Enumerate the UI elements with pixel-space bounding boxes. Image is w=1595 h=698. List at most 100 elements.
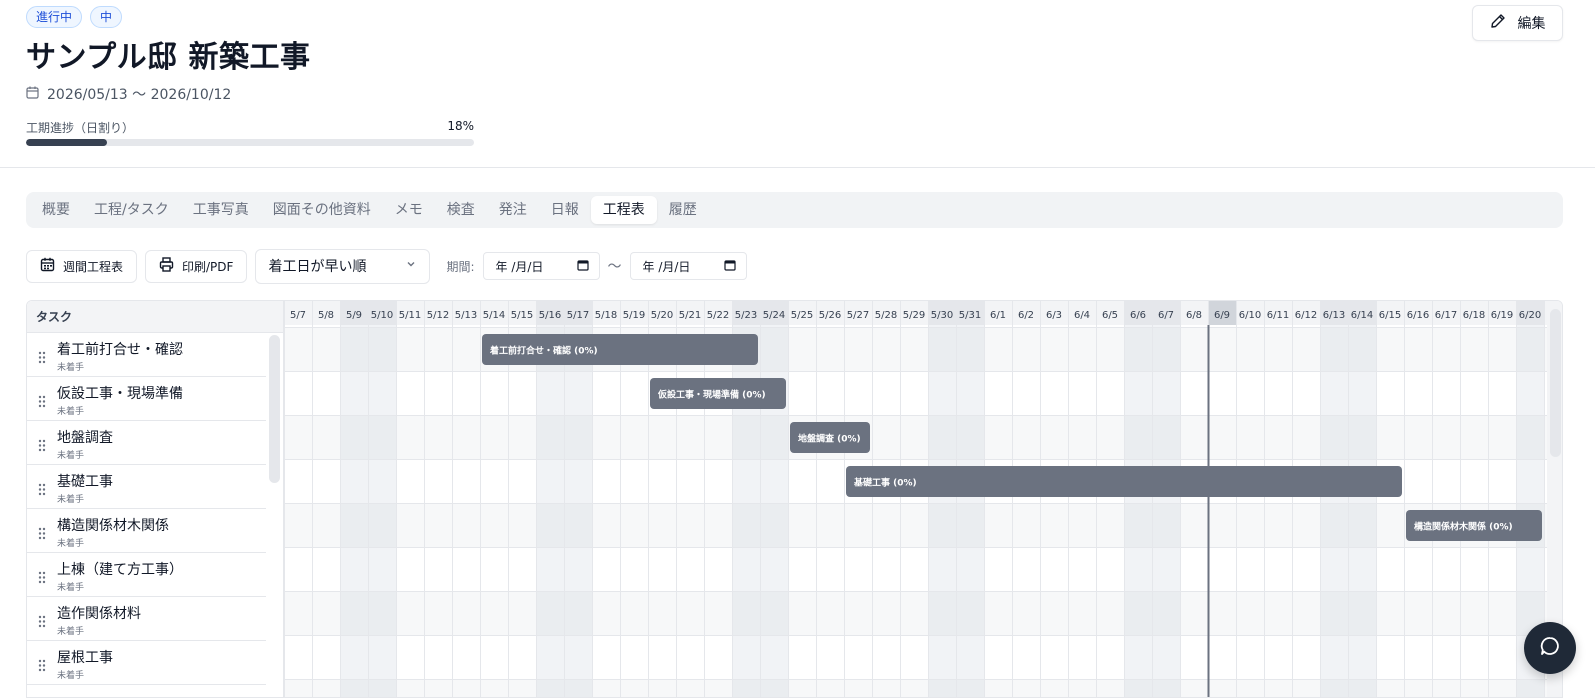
- task-name: 地盤調査: [57, 430, 113, 446]
- drag-handle-icon[interactable]: [38, 393, 46, 412]
- drag-handle-icon[interactable]: [38, 657, 46, 676]
- day-label: 5/25: [791, 310, 813, 321]
- day-label: 5/19: [623, 310, 645, 321]
- tab-tasks[interactable]: 工程/タスク: [82, 196, 181, 224]
- task-row[interactable]: 造作関係材料 未着手: [27, 597, 266, 641]
- task-row[interactable]: 基礎工事 未着手: [27, 465, 266, 509]
- day-label: 5/11: [399, 310, 421, 321]
- task-name: 上棟（建て方工事）: [57, 562, 183, 578]
- weekend-column: [956, 325, 984, 697]
- drag-handle-icon[interactable]: [38, 525, 46, 544]
- tab-overview[interactable]: 概要: [30, 196, 82, 224]
- day-label: 5/21: [679, 310, 701, 321]
- task-row[interactable]: 上棟（建て方工事） 未着手: [27, 553, 266, 597]
- drag-handle-icon[interactable]: [38, 349, 46, 368]
- timeline-area: 5/7 5/8 5/9 5/10 5/11 5/12 5/13 5/14 5/15 5/16 5/1…: [284, 301, 1547, 697]
- task-row[interactable]: 構造関係材木関係 未着手: [27, 509, 266, 553]
- chevron-down-icon: [405, 258, 417, 274]
- calendar-icon: [26, 86, 39, 103]
- day-label: 6/17: [1435, 310, 1457, 321]
- task-row[interactable]: 屋根工事 未着手: [27, 641, 266, 685]
- calendar-icon[interactable]: [723, 259, 736, 274]
- day-label: 5/30: [931, 310, 953, 321]
- drag-handle-icon[interactable]: [38, 481, 46, 500]
- day-label: 5/15: [511, 310, 533, 321]
- printer-icon: [159, 257, 174, 275]
- task-list-scrollbar[interactable]: [269, 335, 280, 483]
- task-status: 未着手: [57, 627, 85, 637]
- day-label: 6/1: [990, 310, 1006, 321]
- day-label: 6/7: [1158, 310, 1174, 321]
- tab-memo[interactable]: メモ: [383, 196, 435, 224]
- edit-button[interactable]: 編集: [1472, 5, 1563, 41]
- day-label: 6/8: [1186, 310, 1202, 321]
- task-row[interactable]: 地盤調査 未着手: [27, 421, 266, 465]
- print-pdf-button[interactable]: 印刷/PDF: [145, 249, 248, 283]
- task-row[interactable]: 着工前打合せ・確認 未着手: [27, 333, 266, 377]
- priority-badge: 中: [90, 6, 123, 28]
- day-label: 6/2: [1018, 310, 1034, 321]
- period-start-input[interactable]: 年 /月/日: [482, 252, 600, 280]
- task-bar[interactable]: [846, 466, 1402, 497]
- day-label: 6/20: [1519, 310, 1541, 321]
- drag-handle-icon[interactable]: [38, 437, 46, 456]
- task-name: 仮設工事・現場準備: [57, 386, 183, 402]
- period-end-input[interactable]: 年 /月/日: [629, 252, 747, 280]
- tab-inspection[interactable]: 検査: [435, 196, 487, 224]
- task-status: 未着手: [57, 363, 85, 373]
- day-label: 5/16: [539, 310, 561, 321]
- tab-history[interactable]: 履歴: [657, 196, 709, 224]
- timeline-svg: 5/7 5/8 5/9 5/10 5/11 5/12 5/13 5/14 5/15 5/16 5/1…: [284, 301, 1547, 697]
- weekend-column: [1348, 325, 1376, 697]
- tab-orders[interactable]: 発注: [487, 196, 539, 224]
- weekend-column: [564, 325, 592, 697]
- day-label: 5/26: [819, 310, 841, 321]
- status-badges: 進行中 中: [26, 6, 123, 28]
- calendar-icon[interactable]: [576, 259, 589, 274]
- day-label: 5/28: [875, 310, 897, 321]
- timeline-scrollbar[interactable]: [1550, 309, 1561, 457]
- task-status: 未着手: [57, 495, 85, 505]
- weekend-column: [368, 325, 396, 697]
- tab-daily-report[interactable]: 日報: [539, 196, 591, 224]
- weekend-column: [928, 325, 956, 697]
- gantt-chart: タスク 着工前打合せ・確認 未着手 仮設工事・現場準備 未着手 地盤調査 未着手 基礎工事未…: [26, 300, 1563, 698]
- weekend-column: [340, 325, 368, 697]
- period-start-placeholder: 年 /月/日: [495, 259, 544, 274]
- tab-bar: 概要 工程/タスク 工事写真 図面その他資料 メモ 検査 発注 日報 工程表 履…: [26, 192, 1563, 228]
- task-status: 未着手: [57, 583, 85, 593]
- drag-handle-icon[interactable]: [38, 613, 46, 632]
- chat-button[interactable]: [1524, 622, 1576, 674]
- weekly-schedule-button[interactable]: 週間工程表: [26, 249, 138, 283]
- drag-handle-icon[interactable]: [38, 569, 46, 588]
- day-label: 6/6: [1130, 310, 1146, 321]
- calendar-icon: [40, 257, 55, 275]
- progress-bar: [26, 139, 474, 146]
- day-label: 5/9: [346, 310, 362, 321]
- chat-icon: [1539, 635, 1561, 661]
- sort-select[interactable]: 着工日が早い順: [255, 248, 431, 284]
- weekend-column: [536, 325, 564, 697]
- task-status: 未着手: [57, 407, 85, 417]
- day-label: 5/23: [735, 310, 757, 321]
- status-badge: 進行中: [26, 6, 83, 28]
- period-separator: 〜: [607, 259, 622, 275]
- tab-schedule[interactable]: 工程表: [590, 196, 657, 224]
- day-label: 6/15: [1379, 310, 1401, 321]
- day-label: 5/14: [483, 310, 505, 321]
- day-label: 6/13: [1323, 310, 1345, 321]
- header-divider: [0, 167, 1595, 168]
- tab-documents[interactable]: 図面その他資料: [261, 196, 383, 224]
- task-bar-label: 地盤調査 (0%): [798, 433, 861, 445]
- day-label: 6/16: [1407, 310, 1429, 321]
- task-name: 造作関係材料: [57, 606, 141, 622]
- weekend-column: [1152, 325, 1180, 697]
- pencil-icon: [1490, 13, 1506, 33]
- day-label: 5/7: [290, 310, 306, 321]
- progress-label: 工期進捗（日割り）: [26, 121, 135, 135]
- tab-photos[interactable]: 工事写真: [181, 196, 261, 224]
- task-row[interactable]: 仮設工事・現場準備未着手: [27, 377, 266, 421]
- weekend-column: [1320, 325, 1348, 697]
- task-column-header: タスク: [27, 301, 283, 333]
- day-label: 5/31: [959, 310, 981, 321]
